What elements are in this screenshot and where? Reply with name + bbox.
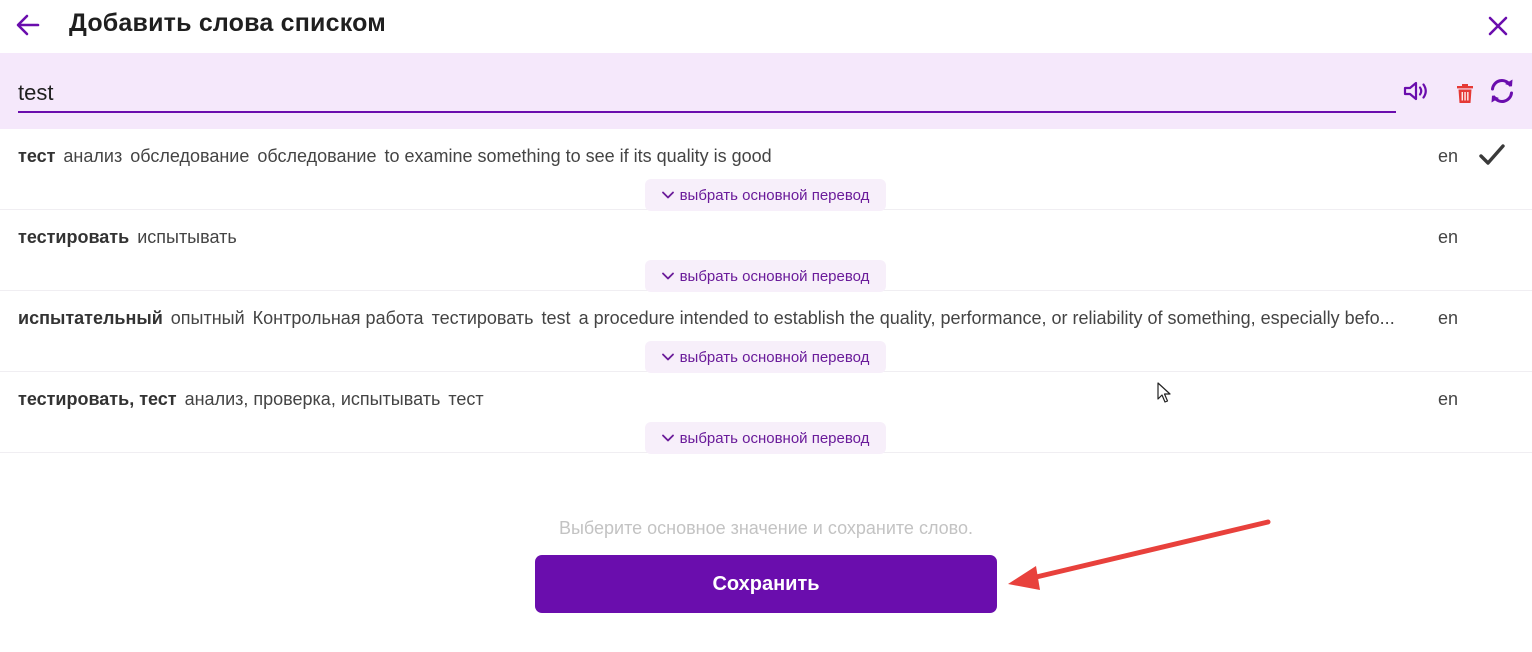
choose-main-translation-button[interactable]: выбрать основной перевод	[645, 341, 886, 373]
language-label: en	[1438, 146, 1459, 166]
chevron-down-icon	[661, 191, 674, 199]
chevron-down-icon	[661, 353, 674, 361]
arrow-left-icon	[16, 14, 40, 36]
save-hint: Выберите основное значение и сохраните с…	[558, 518, 974, 538]
main-translation: тестировать	[18, 227, 130, 247]
translation-row[interactable]: тестировать, тест анализ, проверка, испыт…	[0, 372, 1532, 454]
translation-variant: испытывать	[137, 227, 237, 247]
translation-variant: анализ	[63, 146, 123, 166]
refresh-icon	[1491, 79, 1513, 103]
main-translation: испытательный	[18, 308, 163, 328]
refresh-button[interactable]	[1487, 76, 1517, 106]
chevron-down-icon	[661, 434, 674, 442]
translation-row[interactable]: тестировать испытывать en выбрать основно…	[0, 210, 1532, 292]
check-icon	[1479, 144, 1505, 165]
translation-variant: опытный	[170, 308, 245, 328]
translation-variant: обследование	[257, 146, 377, 166]
choose-label: выбрать основной перевод	[679, 429, 870, 447]
translation-definition: to examine something to see if its quali…	[384, 146, 772, 166]
translation-variant: test	[541, 308, 571, 328]
translation-variant: обследование	[130, 146, 250, 166]
language-label: en	[1438, 227, 1459, 247]
choose-label: выбрать основной перевод	[679, 186, 870, 204]
translation-definition: a procedure intended to establish the qu…	[578, 308, 1395, 328]
mouse-cursor-icon	[1157, 382, 1171, 403]
choose-label: выбрать основной перевод	[679, 267, 870, 285]
translation-variant: анализ, проверка, испытывать	[184, 389, 441, 409]
header: Добавить слова списком	[0, 0, 1532, 52]
translation-row[interactable]: испытательный опытный Контрольная работа те…	[0, 291, 1532, 373]
translation-variant: тест	[448, 389, 484, 409]
translation-text: тестировать испытывать	[18, 227, 1433, 248]
close-button[interactable]	[1484, 12, 1512, 40]
translation-variant: Контрольная работа	[252, 308, 424, 328]
chevron-down-icon	[661, 272, 674, 280]
word-input[interactable]	[18, 75, 1396, 113]
choose-main-translation-button[interactable]: выбрать основной перевод	[645, 260, 886, 292]
speaker-icon	[1403, 81, 1427, 101]
main-translation: тестировать, тест	[18, 389, 177, 409]
choose-label: выбрать основной перевод	[679, 348, 870, 366]
translation-variant: тестировать	[431, 308, 534, 328]
back-button[interactable]	[14, 10, 42, 40]
choose-main-translation-button[interactable]: выбрать основной перевод	[645, 422, 886, 454]
close-icon	[1488, 16, 1508, 36]
translation-text: испытательный опытный Контрольная работа те…	[18, 308, 1433, 329]
translation-text: тест анализ обследование обследование to exa…	[18, 146, 1433, 167]
page-title: Добавить слова списком	[69, 9, 386, 37]
translation-text: тестировать, тест анализ, проверка, испыт…	[18, 389, 1433, 410]
delete-button[interactable]	[1455, 81, 1475, 105]
translation-row[interactable]: тест анализ обследование обследование to exa…	[0, 129, 1532, 211]
language-label: en	[1438, 308, 1459, 328]
main-translation: тест	[18, 146, 56, 166]
language-label: en	[1438, 389, 1459, 409]
trash-icon	[1457, 83, 1473, 103]
speaker-button[interactable]	[1401, 77, 1431, 105]
selected-checkmark[interactable]	[1478, 141, 1506, 169]
save-button[interactable]: Сохранить	[535, 555, 997, 613]
search-band	[0, 53, 1532, 129]
choose-main-translation-button[interactable]: выбрать основной перевод	[645, 179, 886, 211]
